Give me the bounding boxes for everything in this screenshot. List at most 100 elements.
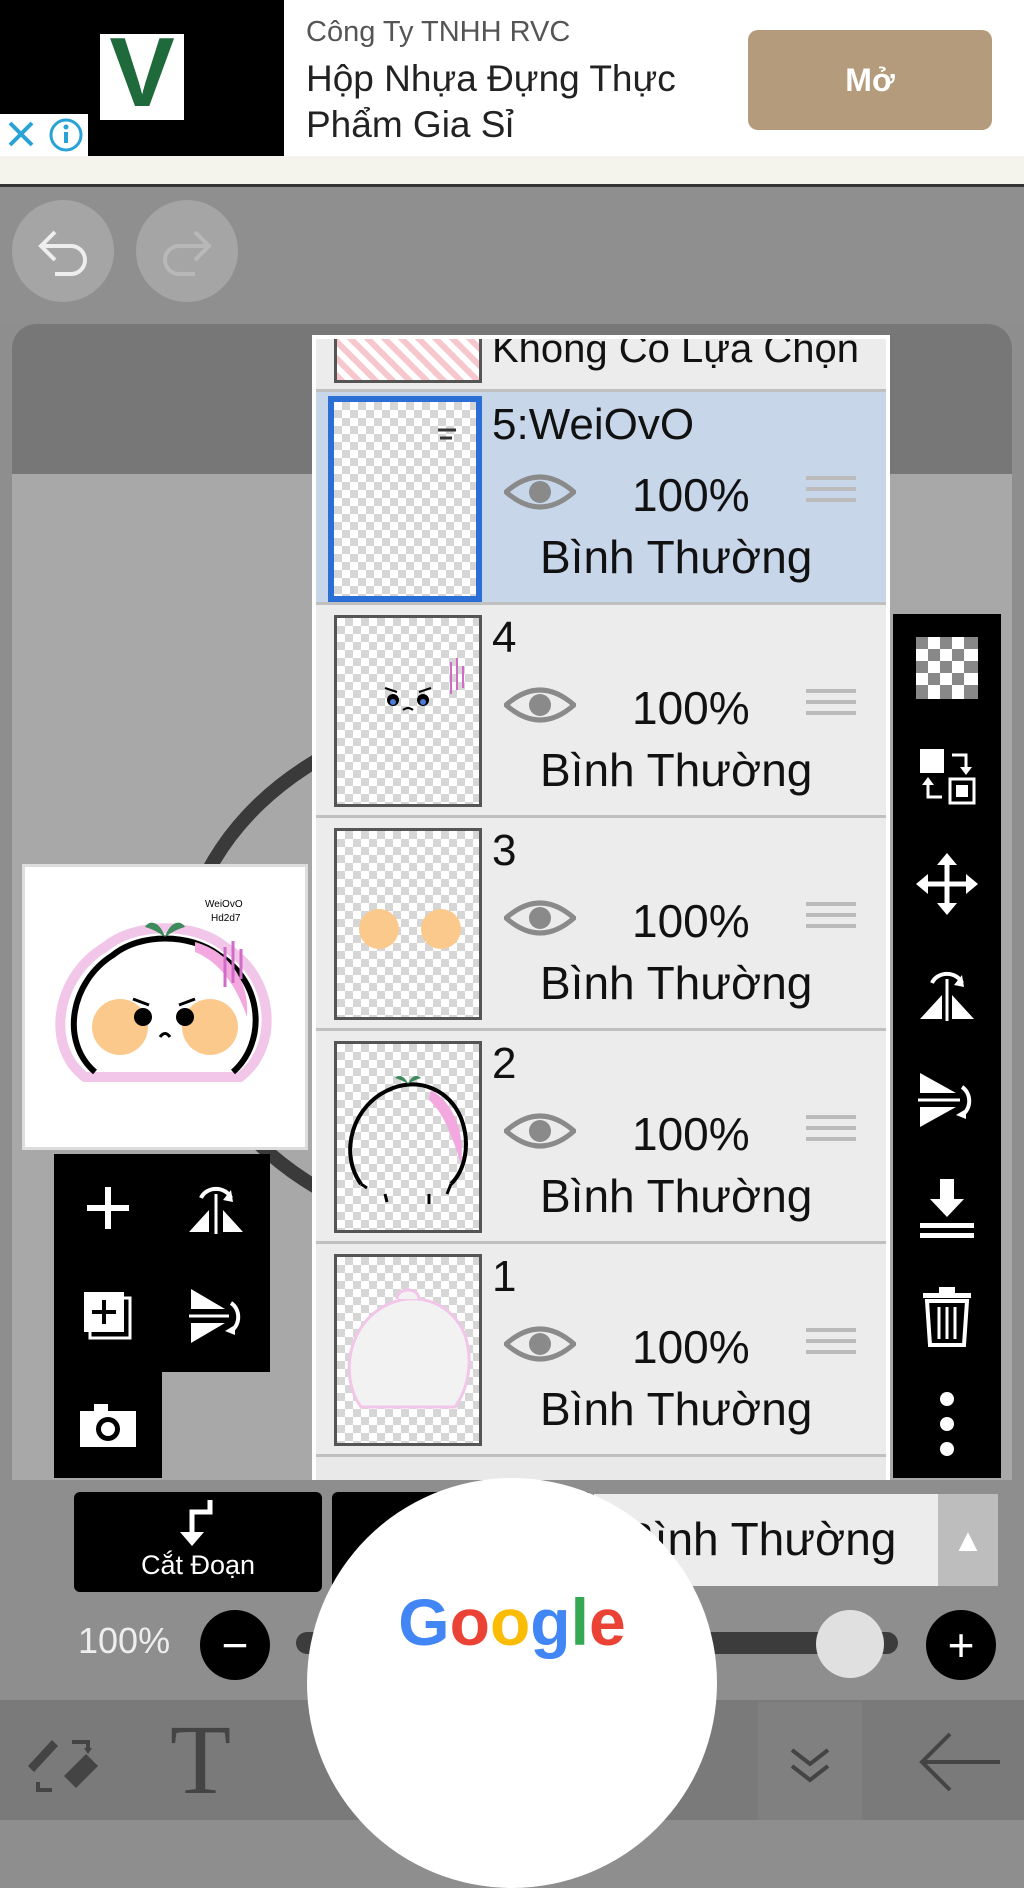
ad-divider — [0, 156, 1024, 187]
layer-row[interactable]: 3 100% Bình Thường — [316, 818, 886, 1031]
selection-layer-row[interactable]: Không Có Lựa Chọn — [316, 339, 886, 392]
canvas-preview[interactable]: WeiOvO Hd2d7 — [22, 864, 308, 1150]
google-letter: G — [398, 1585, 450, 1659]
delete-layer-button[interactable] — [893, 1262, 1001, 1370]
visibility-eye-icon[interactable] — [504, 1322, 576, 1366]
google-letter: o — [489, 1585, 531, 1659]
back-arrow-icon — [919, 1732, 1000, 1792]
layer-opacity[interactable]: 100% — [632, 1107, 750, 1161]
clip-arrow-icon — [180, 1500, 213, 1546]
back-button[interactable] — [916, 1722, 1006, 1802]
visibility-eye-icon[interactable] — [504, 683, 576, 727]
clipping-button[interactable]: Cắt Đoạn — [74, 1492, 322, 1592]
ad-logo-letter: V — [109, 17, 175, 127]
layer-opacity[interactable]: 100% — [632, 1320, 750, 1374]
redo-button[interactable] — [136, 200, 238, 302]
layer-name: 1 — [492, 1252, 517, 1301]
camera-button[interactable] — [54, 1372, 162, 1478]
flip-horizontal-icon — [189, 1186, 243, 1234]
trash-icon — [923, 1287, 971, 1347]
sticker-text-1: WeiOvO — [205, 899, 243, 910]
blend-mode-dropdown-icon[interactable]: ▲ — [938, 1494, 998, 1586]
visibility-eye-icon[interactable] — [504, 1109, 576, 1153]
flip-vertical-icon — [189, 1289, 241, 1343]
layer-name: 4 — [492, 613, 517, 662]
ad-headline[interactable]: Hộp Nhựa Đựng Thực Phẩm Gia Sỉ — [306, 56, 736, 148]
layer-tools-column — [893, 614, 1001, 1478]
visibility-eye-icon[interactable] — [504, 470, 576, 514]
opacity-slider-knob[interactable] — [815, 1610, 884, 1678]
merge-down-icon — [920, 1179, 974, 1238]
swap-layer-button[interactable] — [893, 722, 1001, 830]
drag-handle-icon[interactable] — [806, 689, 856, 729]
layer-blend-mode: Bình Thường — [540, 744, 813, 796]
text-tool-icon[interactable]: T — [170, 1710, 231, 1810]
more-options-button[interactable] — [893, 1370, 1001, 1478]
merge-down-button[interactable] — [893, 1154, 1001, 1262]
brush-eraser-icon — [28, 1740, 98, 1792]
increase-opacity-button[interactable]: + — [926, 1610, 996, 1680]
move-button[interactable] — [893, 830, 1001, 938]
google-assistant-bubble[interactable] — [307, 1478, 717, 1888]
layer-blend-mode: Bình Thường — [540, 531, 813, 583]
layer-thumbnail — [334, 1254, 482, 1446]
ad-open-button[interactable]: Mở — [748, 30, 992, 130]
layer-row[interactable]: 2 100% Bình Thường — [316, 1031, 886, 1244]
more-vertical-icon — [940, 1392, 954, 1456]
layer-thumbnail — [334, 828, 482, 1020]
duplicate-layer-button[interactable] — [54, 1262, 162, 1370]
flip-horizontal-icon — [920, 971, 974, 1021]
decrease-opacity-button[interactable]: − — [200, 1610, 270, 1680]
flip-vertical-icon — [918, 1073, 972, 1127]
layer-blend-mode: Bình Thường — [540, 1170, 813, 1222]
sticker-preview-image: WeiOvO Hd2d7 — [55, 899, 272, 1082]
swap-icon — [920, 749, 976, 805]
flip-vertical-layer-button[interactable] — [893, 1046, 1001, 1154]
collapse-button[interactable] — [758, 1702, 862, 1820]
layer-opacity[interactable]: 100% — [632, 681, 750, 735]
flip-vertical-button[interactable] — [162, 1262, 270, 1370]
layer-blend-mode: Bình Thường — [540, 957, 813, 1009]
google-letter: g — [530, 1585, 571, 1659]
plus-icon — [87, 1187, 129, 1229]
ad-banner[interactable]: V Công Ty TNHH RVC Hộp Nhựa Đựng Thực Ph… — [0, 0, 1024, 158]
undo-button[interactable] — [12, 200, 114, 302]
move-arrows-icon — [916, 853, 978, 915]
layer-name: 2 — [492, 1039, 517, 1088]
drag-handle-icon[interactable] — [806, 476, 856, 516]
selection-label: Không Có Lựa Chọn — [492, 335, 860, 371]
layer-row[interactable]: 5:WeiOvO 100% Bình Thường — [316, 392, 886, 605]
layer-row[interactable]: 1 100% Bình Thường — [316, 1244, 886, 1457]
drag-handle-icon[interactable] — [806, 902, 856, 942]
layer-opacity[interactable]: 100% — [632, 894, 750, 948]
duplicate-icon — [84, 1292, 132, 1340]
drag-handle-icon[interactable] — [806, 1115, 856, 1155]
brush-eraser-toggle-button[interactable] — [18, 1720, 108, 1810]
sticker-text-2: Hd2d7 — [211, 913, 241, 924]
redo-icon — [163, 230, 212, 276]
transparency-button[interactable] — [893, 614, 1001, 722]
google-letter: e — [588, 1585, 626, 1659]
flip-horizontal-layer-button[interactable] — [893, 938, 1001, 1046]
layer-name: 3 — [492, 826, 517, 875]
double-chevron-down-icon — [790, 1748, 830, 1783]
undo-icon — [38, 230, 87, 276]
layers-panel: Không Có Lựa Chọn 5:WeiOvO 100% Bình Thư… — [312, 335, 890, 1485]
opacity-value: 100% — [78, 1620, 171, 1661]
ad-company: Công Ty TNHH RVC — [306, 16, 571, 48]
layer-thumbnail — [334, 1041, 482, 1233]
ad-close-icon[interactable] — [0, 114, 88, 156]
layer-name: 5:WeiOvO — [492, 400, 695, 449]
layer-row[interactable]: 4 100% Bình Thường — [316, 605, 886, 818]
selection-thumb — [334, 339, 482, 383]
add-layer-button[interactable] — [54, 1154, 162, 1262]
clipping-label: Cắt Đoạn — [140, 1550, 256, 1580]
flip-horizontal-button[interactable] — [162, 1154, 270, 1262]
layer-thumbnail — [334, 615, 482, 807]
drag-handle-icon[interactable] — [806, 1328, 856, 1368]
checkerboard-icon — [916, 637, 978, 699]
google-letter: o — [449, 1585, 490, 1659]
layer-opacity[interactable]: 100% — [632, 468, 750, 522]
google-logo: Google — [307, 1584, 717, 1660]
visibility-eye-icon[interactable] — [504, 896, 576, 940]
